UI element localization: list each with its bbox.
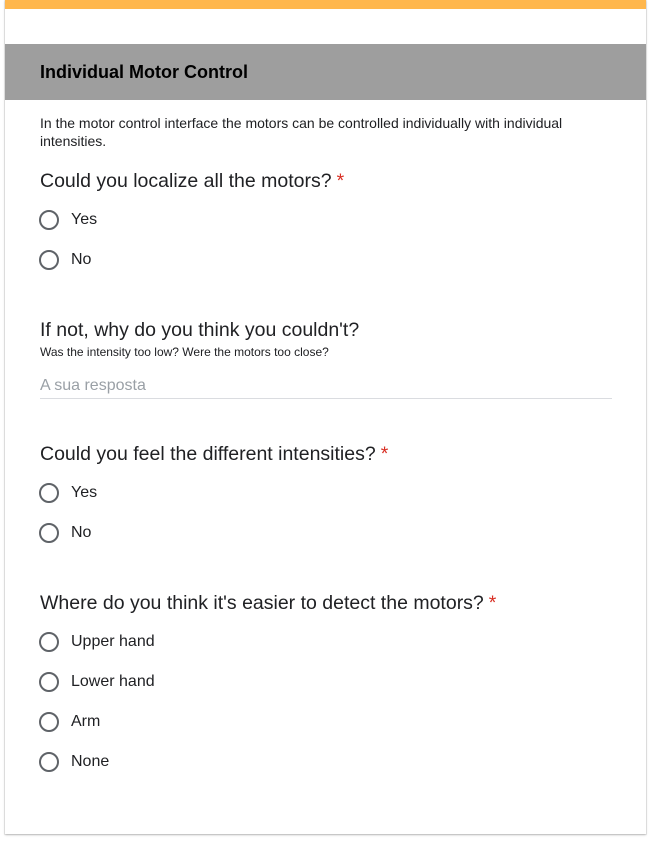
question-intensities-title: Could you feel the different intensities…	[40, 443, 388, 466]
section-title: Individual Motor Control	[40, 62, 248, 82]
radio-circle-icon[interactable]	[39, 712, 59, 732]
radio-circle-icon[interactable]	[39, 752, 59, 772]
question-text: If not, why do you think you couldn't?	[40, 319, 360, 341]
required-asterisk: *	[336, 170, 345, 192]
radio-circle-icon[interactable]	[39, 523, 59, 543]
section-header: Individual Motor Control	[5, 44, 646, 100]
question-localize-title: Could you localize all the motors? *	[40, 170, 344, 193]
radio-circle-icon[interactable]	[39, 210, 59, 230]
option-label: None	[71, 753, 110, 770]
radio-option-lower-hand[interactable]: Lower hand	[39, 671, 155, 693]
question-text: Where do you think it's easier to detect…	[40, 592, 484, 614]
radio-option-intensities-yes[interactable]: Yes	[39, 482, 97, 504]
question-why-not-title: If not, why do you think you couldn't?	[40, 319, 359, 342]
radio-circle-icon[interactable]	[39, 672, 59, 692]
option-label: Yes	[71, 484, 98, 501]
option-label: Lower hand	[71, 673, 155, 690]
radio-option-intensities-no[interactable]: No	[39, 522, 91, 544]
radio-circle-icon[interactable]	[39, 483, 59, 503]
option-label: Yes	[71, 211, 98, 228]
radio-option-localize-yes[interactable]: Yes	[39, 209, 97, 231]
answer-text-input[interactable]	[40, 374, 612, 399]
option-label: No	[71, 524, 92, 541]
accent-bar	[5, 0, 646, 9]
question-text: Could you localize all the motors?	[40, 170, 332, 192]
radio-option-arm[interactable]: Arm	[39, 711, 100, 733]
section-description: In the motor control interface the motor…	[40, 115, 563, 149]
question-help-text: Was the intensity too low? Were the moto…	[40, 345, 329, 359]
required-asterisk: *	[488, 592, 497, 614]
radio-circle-icon[interactable]	[39, 250, 59, 270]
radio-option-upper-hand[interactable]: Upper hand	[39, 631, 155, 653]
radio-option-localize-no[interactable]: No	[39, 249, 91, 271]
radio-circle-icon[interactable]	[39, 632, 59, 652]
question-text: Could you feel the different intensities…	[40, 443, 376, 465]
option-label: Upper hand	[71, 633, 155, 650]
option-label: No	[71, 251, 92, 268]
question-easier-detect-title: Where do you think it's easier to detect…	[40, 592, 496, 615]
required-asterisk: *	[380, 443, 389, 465]
form-card: Individual Motor Control In the motor co…	[5, 0, 646, 834]
radio-option-none[interactable]: None	[39, 751, 109, 773]
option-label: Arm	[71, 713, 101, 730]
